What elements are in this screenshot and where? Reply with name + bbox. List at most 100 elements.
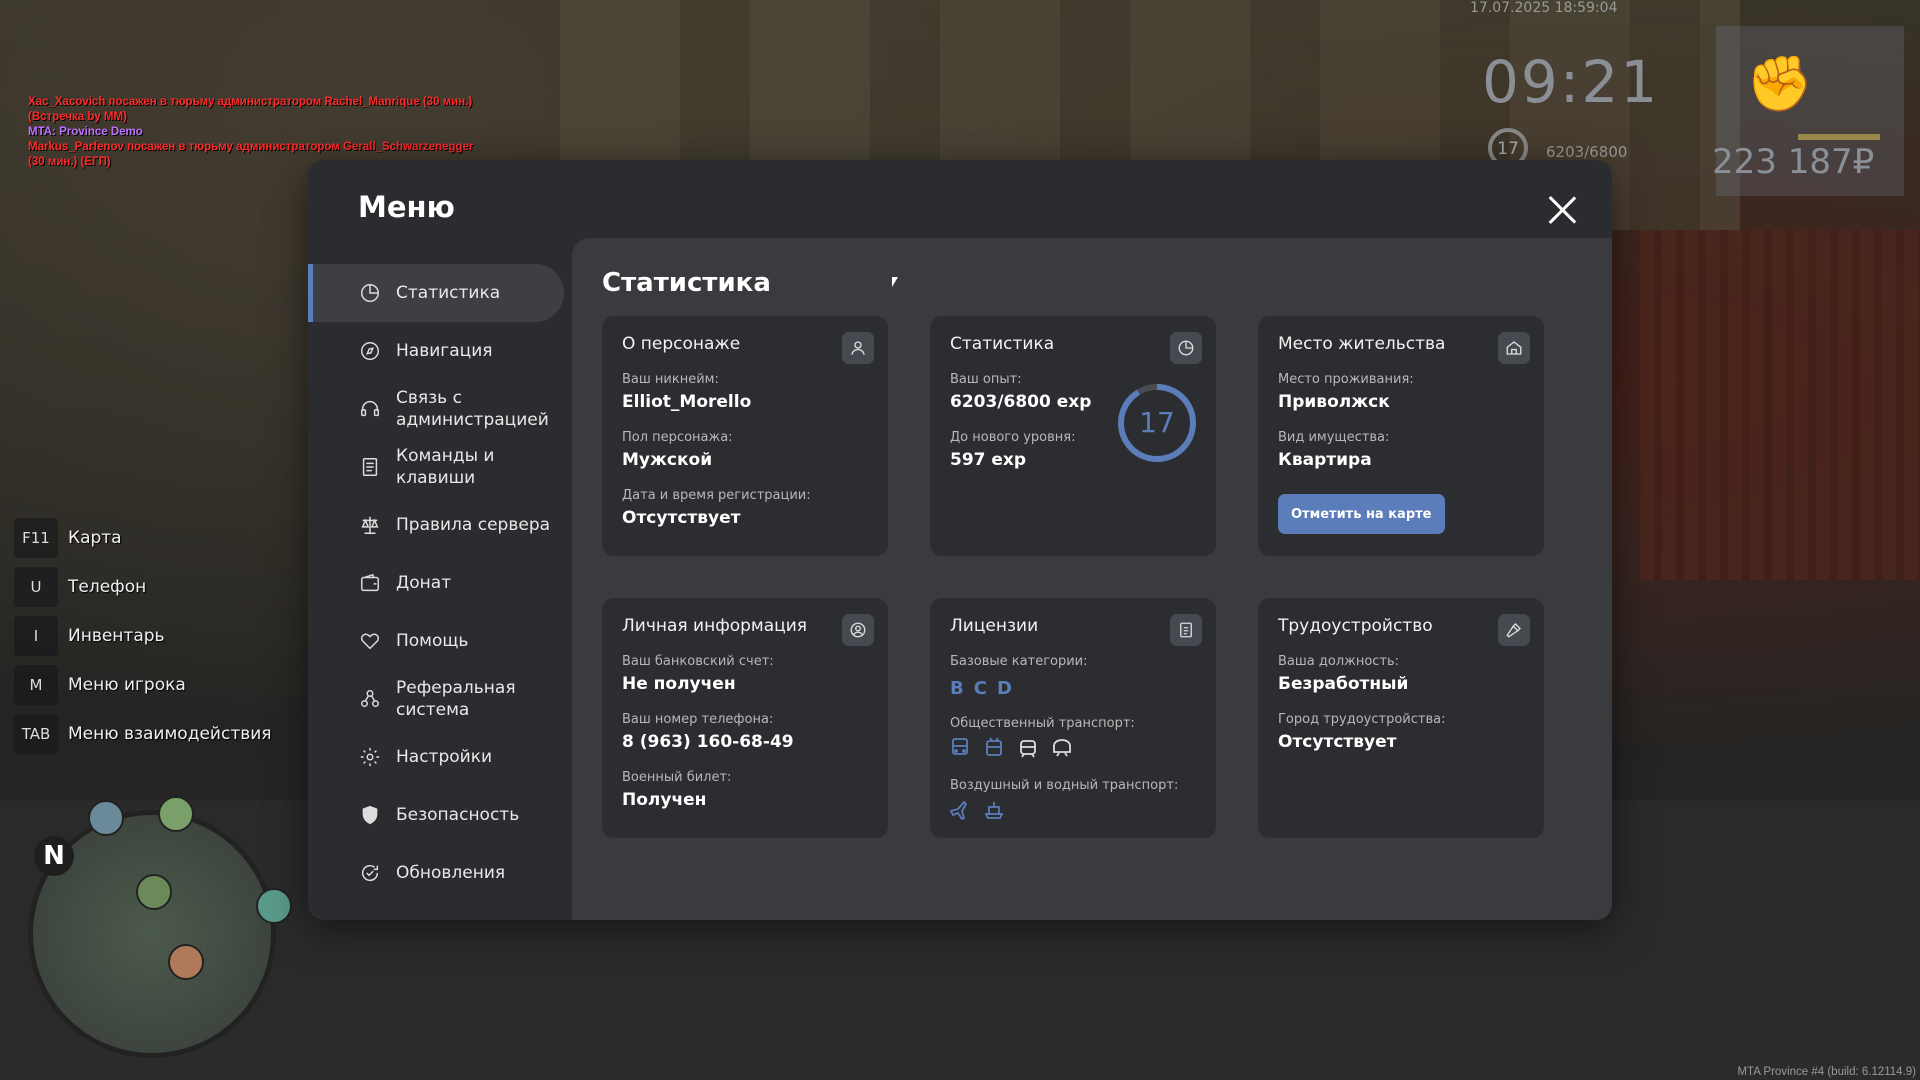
menu-sidebar: Статистика Навигация Связь с администрац… xyxy=(308,264,564,902)
refresh-check-icon xyxy=(358,861,382,885)
nav-item-rules[interactable]: Правила сервера xyxy=(308,496,564,554)
card-title: Статистика xyxy=(950,334,1055,354)
card-title: Трудоустройство xyxy=(1278,616,1433,636)
residence-place-label: Место проживания: xyxy=(1278,372,1414,387)
licenses-card: Лицензии Базовые категории: BCD Обществе… xyxy=(930,598,1216,838)
statistics-panel: Статистика О персонаже Ваш никнейм: Elli… xyxy=(572,238,1612,920)
content-title: Статистика xyxy=(602,268,771,298)
target-blip-icon xyxy=(158,796,194,832)
build-version: MTA Province #4 (build: 6.12114.9) xyxy=(1737,1066,1916,1078)
nav-label: Навигация xyxy=(396,341,493,361)
menu-window: Меню Статистика Навигация Связь с админи… xyxy=(308,160,1612,920)
chat-line: Markus_Parfenov посажен в тюрьму админис… xyxy=(28,141,474,153)
hotkey-player-menu[interactable]: M Меню игрока xyxy=(14,663,272,707)
nav-label: Статистика xyxy=(396,283,501,303)
chat-line: Xac_Xacovich посажен в тюрьму администра… xyxy=(28,96,473,108)
air-water-label: Воздушный и водный транспорт: xyxy=(950,778,1179,793)
nav-label: Настройки xyxy=(396,747,493,767)
hud-money: 223 187₽ xyxy=(1712,142,1875,182)
nav-item-navigation[interactable]: Навигация xyxy=(308,322,564,380)
nav-item-settings[interactable]: Настройки xyxy=(308,728,564,786)
home-blip-icon xyxy=(136,874,172,910)
nickname-value: Elliot_Morello xyxy=(622,392,752,412)
nav-label: Реферальная система xyxy=(396,678,516,720)
license-category: D xyxy=(996,678,1014,699)
mouse-cursor xyxy=(892,277,898,287)
job-city-value: Отсутствует xyxy=(1278,732,1397,752)
metro-icon xyxy=(1053,739,1071,757)
character-card: О персонаже Ваш никнейм: Elliot_Morello … xyxy=(602,316,888,556)
job-city-label: Город трудоустройства: xyxy=(1278,712,1446,727)
bus-blip-icon xyxy=(88,800,124,836)
phone-label: Ваш номер телефона: xyxy=(622,712,774,727)
level-progress-ring: 17 xyxy=(1118,384,1196,462)
nav-label: Обновления xyxy=(396,863,506,883)
nav-label: Правила сервера xyxy=(396,515,551,535)
user-circle-icon xyxy=(842,614,874,646)
document-list-icon xyxy=(358,455,382,479)
basic-categories-label: Базовые категории: xyxy=(950,654,1088,669)
wallet-icon xyxy=(358,571,382,595)
next-level-label: До нового уровня: xyxy=(950,430,1076,445)
military-value: Получен xyxy=(622,790,707,810)
residence-place-value: Приволжск xyxy=(1278,392,1390,412)
nav-item-admin-contact[interactable]: Связь с администрацией xyxy=(308,380,564,438)
nav-item-commands[interactable]: Команды и клавиши xyxy=(308,438,564,496)
position-label: Ваша должность: xyxy=(1278,654,1400,669)
trolleybus-icon xyxy=(986,737,1002,756)
compass-icon xyxy=(358,339,382,363)
nav-item-updates[interactable]: Обновления xyxy=(308,844,564,902)
hotkey-label: Инвентарь xyxy=(68,626,165,646)
gender-label: Пол персонажа: xyxy=(622,430,733,445)
nav-label: Команды и клавиши xyxy=(396,446,495,488)
military-label: Военный билет: xyxy=(622,770,732,785)
hotkey-map[interactable]: F11 Карта xyxy=(14,516,272,560)
card-title: Место жительства xyxy=(1278,334,1446,354)
headset-icon xyxy=(358,397,382,421)
hotkey-label: Меню взаимодействия xyxy=(68,724,272,744)
shield-icon xyxy=(358,803,382,827)
nav-label: Помощь xyxy=(396,631,469,651)
close-icon[interactable] xyxy=(1546,194,1578,226)
bank-label: Ваш банковский счет: xyxy=(622,654,774,669)
mark-on-map-button[interactable]: Отметить на карте xyxy=(1278,494,1445,534)
menu-title: Меню xyxy=(358,190,455,224)
registration-label: Дата и время регистрации: xyxy=(622,488,811,503)
hud-clock: 09:21 xyxy=(1482,48,1660,116)
stats-card: Статистика Ваш опыт: 6203/6800 exp До но… xyxy=(930,316,1216,556)
hotkey-phone[interactable]: U Телефон xyxy=(14,565,272,609)
hammer-icon xyxy=(1498,614,1530,646)
shop-blip-icon xyxy=(168,944,204,980)
nav-item-statistics[interactable]: Статистика xyxy=(308,264,564,322)
referral-icon xyxy=(358,687,382,711)
public-transport-icons xyxy=(948,736,1074,760)
residence-card: Место жительства Место проживания: Приво… xyxy=(1258,316,1544,556)
fist-icon: ✊ xyxy=(1746,52,1814,115)
id-badge-icon xyxy=(1170,614,1202,646)
next-level-value: 597 exp xyxy=(950,450,1027,470)
nav-label: Безопасность xyxy=(396,805,520,825)
bus-icon xyxy=(952,738,968,755)
position-value: Безработный xyxy=(1278,674,1409,694)
basic-categories: BCD xyxy=(950,678,1022,699)
nav-item-security[interactable]: Безопасность xyxy=(308,786,564,844)
public-transport-label: Общественный транспорт: xyxy=(950,716,1135,731)
nav-item-referral[interactable]: Реферальная система xyxy=(308,670,564,728)
north-indicator: N xyxy=(34,836,74,876)
nav-item-help[interactable]: Помощь xyxy=(308,612,564,670)
hotkey-inventory[interactable]: I Инвентарь xyxy=(14,614,272,658)
heart-hand-icon xyxy=(358,629,382,653)
card-title: Лицензии xyxy=(950,616,1039,636)
card-title: Личная информация xyxy=(622,616,808,636)
nickname-label: Ваш никнейм: xyxy=(622,372,719,387)
gear-icon xyxy=(358,745,382,769)
air-water-icons xyxy=(948,798,1006,822)
exp-value: 6203/6800 exp xyxy=(950,392,1092,412)
hud-date: 17.07.2025 18:59:04 xyxy=(1470,0,1618,16)
nav-item-donate[interactable]: Донат xyxy=(308,554,564,612)
hud-health-bar xyxy=(1798,134,1880,140)
hotkey-key: TAB xyxy=(14,714,58,754)
hotkey-key: M xyxy=(14,665,58,705)
exp-label: Ваш опыт: xyxy=(950,372,1022,387)
hotkey-interaction-menu[interactable]: TAB Меню взаимодействия xyxy=(14,712,272,756)
